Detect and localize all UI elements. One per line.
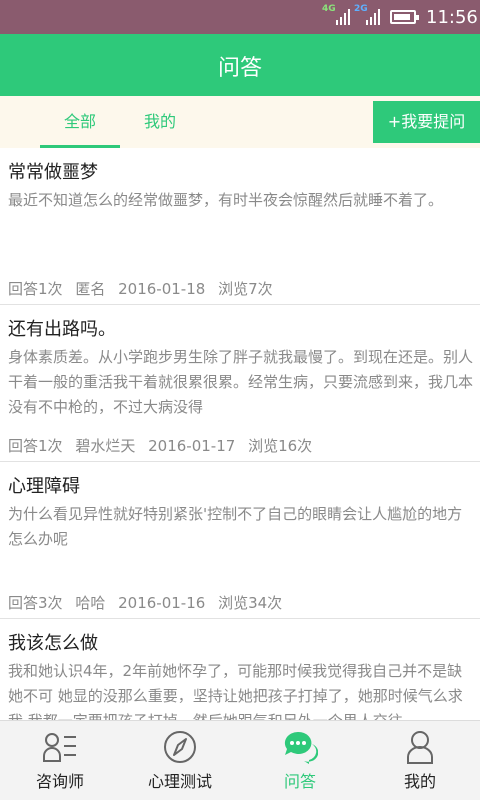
nav-psych-test[interactable]: 心理测试 [120, 721, 240, 800]
tab-mine-label: 我的 [143, 112, 176, 131]
author-name: 哈哈 [75, 594, 106, 612]
signal-icon [336, 9, 350, 25]
question-meta: 回答1次 匿名 2016-01-18 浏览7次 [8, 278, 281, 299]
battery-icon [390, 10, 419, 24]
question-title: 我该怎么做 [8, 633, 98, 654]
post-date: 2016-01-18 [118, 280, 206, 298]
question-meta: 回答3次 哈哈 2016-01-16 浏览34次 [8, 592, 290, 613]
question-body: 我和她认识4年，2年前她怀孕了，可能那时候我觉得我自己并不是缺她不可 她显的没那… [8, 662, 463, 720]
question-title: 还有出路吗。 [8, 319, 116, 340]
view-count: 浏览7次 [218, 280, 273, 298]
view-count: 浏览34次 [218, 594, 283, 612]
author-name: 碧水烂天 [75, 437, 136, 455]
nav-qa[interactable]: 问答 [240, 721, 360, 800]
ask-question-button[interactable]: +我要提问 [373, 101, 480, 143]
bottom-nav: 咨询师 心理测试 问答 我的 [0, 720, 480, 800]
question-body: 最近不知道怎么的经常做噩梦，有时半夜会惊醒然后就睡不着了。 [8, 191, 444, 209]
nav-label: 心理测试 [147, 772, 212, 791]
question-list: 常常做噩梦 最近不知道怎么的经常做噩梦，有时半夜会惊醒然后就睡不着了。 回答1次… [0, 148, 480, 720]
signal-2-icon [366, 9, 380, 25]
tab-all[interactable]: 全部 [40, 96, 120, 148]
post-date: 2016-01-17 [148, 437, 236, 455]
list-item[interactable]: 我该怎么做 我和她认识4年，2年前她怀孕了，可能那时候我觉得我自己并不是缺她不可… [0, 619, 480, 720]
nav-mine[interactable]: 我的 [360, 721, 480, 800]
nav-label: 咨询师 [35, 772, 84, 791]
tab-all-label: 全部 [63, 112, 96, 131]
author-name: 匿名 [75, 280, 106, 298]
view-count: 浏览16次 [248, 437, 313, 455]
counselor-icon [43, 733, 76, 762]
nav-label: 我的 [403, 772, 436, 791]
question-title: 常常做噩梦 [8, 162, 98, 183]
question-body: 身体素质差。从小学跑步男生除了胖子就我最慢了。到现在还是。别人干着一般的重活我干… [8, 348, 474, 416]
compass-icon [164, 731, 196, 763]
page-title: 问答 [217, 56, 262, 81]
network-4g-label: 4G [322, 4, 336, 14]
nav-counselor[interactable]: 咨询师 [0, 721, 120, 800]
question-body: 为什么看见异性就好特别紧张'控制不了自己的眼睛会让人尴尬的地方怎么办呢 [8, 505, 463, 548]
title-bar: 问答 [0, 34, 480, 96]
answer-count: 回答1次 [8, 437, 63, 455]
post-date: 2016-01-16 [118, 594, 206, 612]
status-time: 11:56 [426, 7, 478, 28]
person-icon [407, 731, 433, 764]
answer-count: 回答3次 [8, 594, 63, 612]
chat-bubbles-icon [284, 731, 318, 764]
question-title: 心理障碍 [8, 476, 80, 497]
nav-label: 问答 [283, 772, 316, 791]
answer-count: 回答1次 [8, 280, 63, 298]
tab-mine[interactable]: 我的 [120, 96, 200, 148]
question-meta: 回答1次 碧水烂天 2016-01-17 浏览16次 [8, 435, 320, 456]
list-item[interactable]: 心理障碍 为什么看见异性就好特别紧张'控制不了自己的眼睛会让人尴尬的地方怎么办呢… [0, 462, 480, 619]
status-bar: 4G 2G 11:56 [0, 0, 480, 34]
list-item[interactable]: 常常做噩梦 最近不知道怎么的经常做噩梦，有时半夜会惊醒然后就睡不着了。 回答1次… [0, 148, 480, 305]
list-item[interactable]: 还有出路吗。 身体素质差。从小学跑步男生除了胖子就我最慢了。到现在还是。别人干着… [0, 305, 480, 462]
